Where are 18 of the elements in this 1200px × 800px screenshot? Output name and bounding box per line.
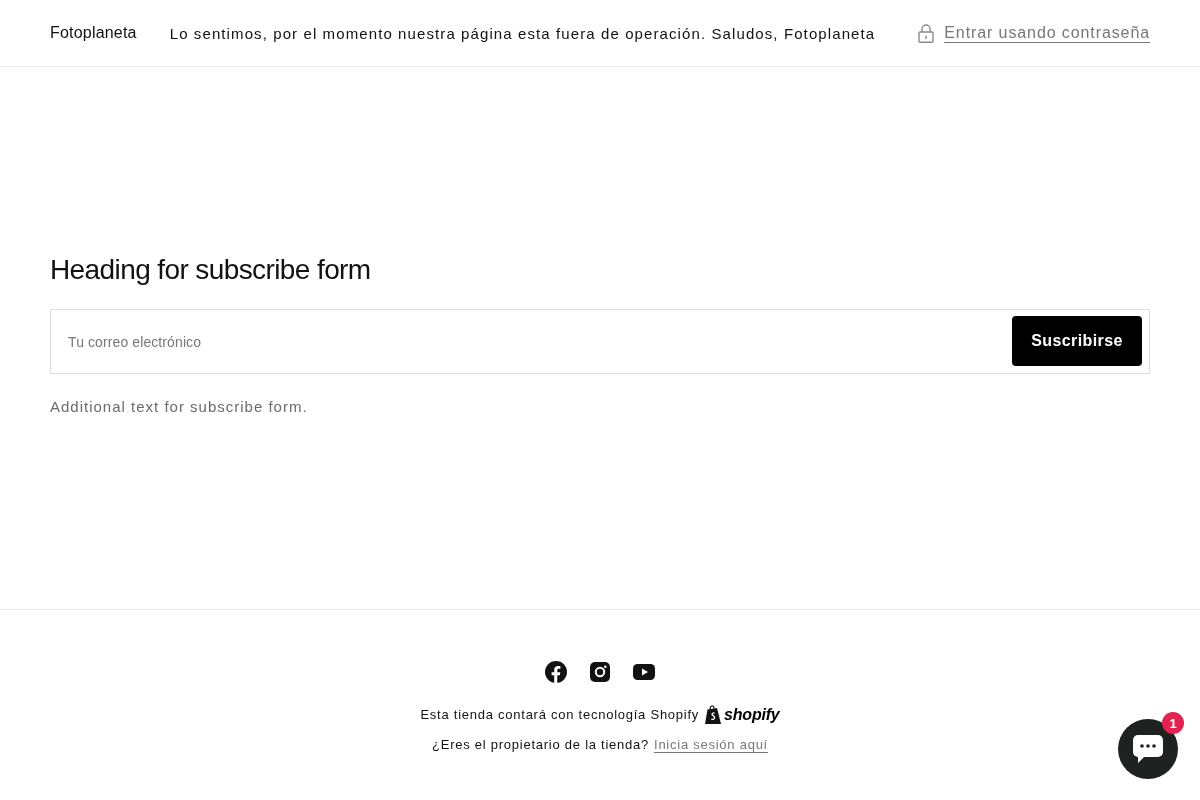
subscribe-note: Additional text for subscribe form. <box>50 397 308 417</box>
speech-bubble-icon <box>1133 735 1163 763</box>
shopping-bag-icon <box>705 705 722 724</box>
chat-button[interactable] <box>1118 719 1178 779</box>
powered-by-text: Esta tienda contará con tecnología Shopify <box>420 707 700 722</box>
owner-prompt-text: ¿Eres el propietario de la tienda? <box>432 737 650 752</box>
shopify-logo-link[interactable]: shopify <box>705 705 780 724</box>
announcement-text: Lo sentimos, por el momento nuestra página esta fuera de operación. Saludos, Fotoplaneta <box>169 24 876 42</box>
login-link[interactable]: Inicia sesión aquí <box>654 737 768 752</box>
store-name: Fotoplaneta <box>50 24 137 42</box>
camera-icon[interactable] <box>589 661 611 683</box>
play-button-icon[interactable] <box>633 661 655 683</box>
letter-f-circle-icon[interactable] <box>545 661 567 683</box>
unread-count-badge: 1 <box>1162 712 1184 734</box>
subscribe-button[interactable]: Suscribirse <box>1012 316 1142 366</box>
padlock-icon <box>918 23 935 43</box>
password-login-link[interactable]: Entrar usando contraseña <box>944 24 1150 42</box>
subscribe-heading: Heading for subscribe form <box>50 253 371 287</box>
